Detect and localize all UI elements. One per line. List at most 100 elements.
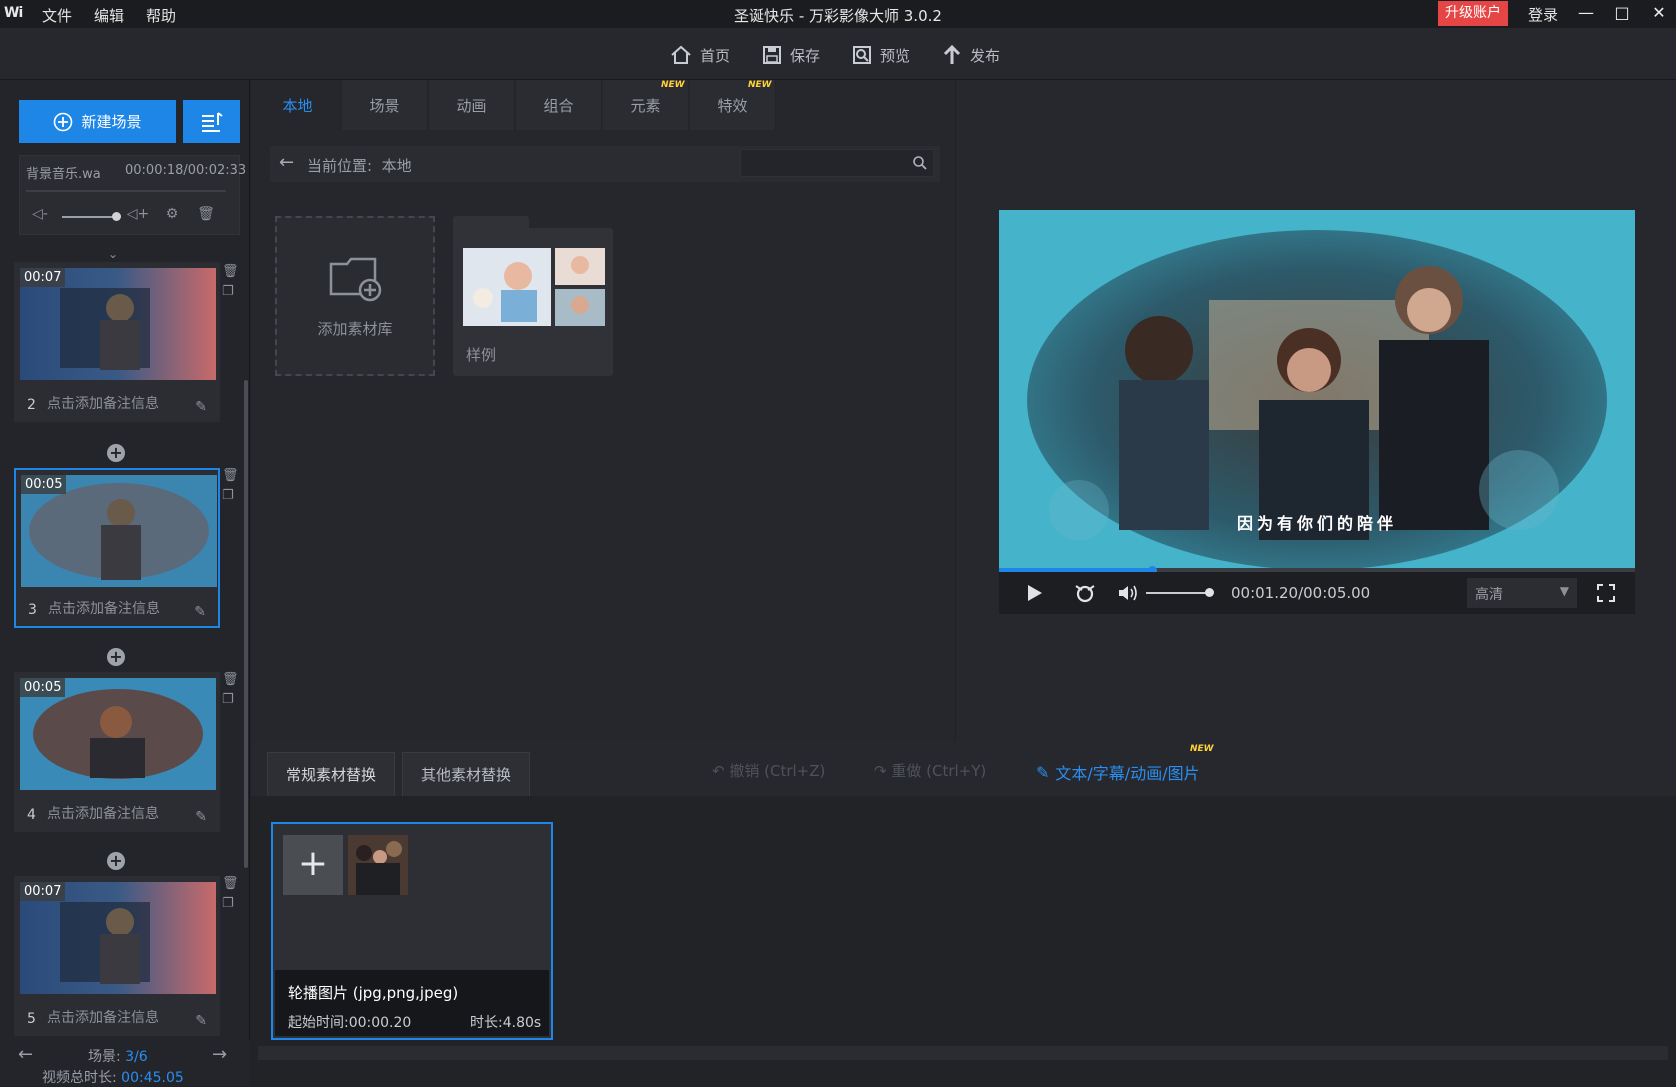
- scene-number: 2: [27, 397, 36, 413]
- scene-note[interactable]: 点击添加备注信息: [47, 803, 159, 823]
- scene-duration: 00:05: [21, 475, 67, 494]
- tab-animation[interactable]: 动画: [429, 80, 515, 130]
- add-library-button[interactable]: [275, 216, 435, 376]
- player-volume-slider[interactable]: [1146, 592, 1210, 594]
- scene-counter: 场景: 3/6: [88, 1046, 148, 1066]
- scene-counter-label: 场景:: [88, 1049, 121, 1065]
- main-toolbar: [0, 28, 1676, 80]
- chevron-down-icon[interactable]: ⌄: [108, 247, 118, 261]
- new-badge: NEW: [1190, 744, 1214, 754]
- play-icon[interactable]: [1026, 583, 1044, 603]
- tab-regular-replace[interactable]: 常规素材替换: [267, 752, 395, 796]
- trash-icon[interactable]: 🗑: [222, 264, 239, 279]
- fullscreen-icon[interactable]: [1596, 583, 1616, 603]
- edit-icon[interactable]: ✎: [195, 1013, 207, 1029]
- horizontal-scrollbar[interactable]: [258, 1046, 1668, 1060]
- gear-icon[interactable]: ⚙: [160, 206, 184, 228]
- music-name[interactable]: 背景音乐.wa: [26, 163, 101, 182]
- image-thumbnail[interactable]: [348, 835, 408, 895]
- tab-local[interactable]: 本地: [255, 80, 341, 130]
- trash-icon[interactable]: 🗑: [222, 468, 239, 483]
- home-button[interactable]: 首页: [670, 42, 730, 68]
- scene-card-2[interactable]: 00:07 2 点击添加备注信息 ✎: [14, 262, 220, 422]
- trash-icon[interactable]: 🗑: [222, 672, 239, 687]
- next-scene-icon[interactable]: →: [212, 1044, 227, 1065]
- insert-scene-icon[interactable]: +: [107, 852, 125, 870]
- music-progress[interactable]: [26, 190, 226, 192]
- edit-icon[interactable]: ✎: [194, 604, 206, 620]
- scene-note[interactable]: 点击添加备注信息: [48, 598, 160, 618]
- redo-button[interactable]: ↷ 重做 (Ctrl+Y): [874, 760, 986, 781]
- prev-scene-icon[interactable]: ←: [18, 1044, 33, 1065]
- new-scene-label: 新建场景: [81, 113, 142, 131]
- menu-help[interactable]: 帮助: [146, 5, 176, 26]
- tab-other-replace[interactable]: 其他素材替换: [402, 752, 530, 796]
- scene-note[interactable]: 点击添加备注信息: [47, 393, 159, 413]
- back-arrow-icon[interactable]: ←: [279, 152, 294, 173]
- insert-scene-icon[interactable]: +: [107, 444, 125, 462]
- add-image-button[interactable]: +: [283, 835, 343, 895]
- scene-card-3[interactable]: 00:05 3 点击添加备注信息 ✎: [14, 468, 220, 628]
- maximize-icon[interactable]: □: [1611, 3, 1633, 23]
- publish-label: 发布: [970, 46, 1001, 65]
- edit-icon[interactable]: ✎: [195, 399, 207, 415]
- path-value: 本地: [381, 157, 412, 175]
- edit-icon[interactable]: ✎: [195, 809, 207, 825]
- scene-list-scrollbar[interactable]: [244, 380, 248, 868]
- time-readout: 00:01.20/00:05.00: [1231, 584, 1371, 602]
- scene-card-5[interactable]: 00:07 5 点击添加备注信息 ✎: [14, 876, 220, 1036]
- pencil-icon: ✎: [1036, 762, 1050, 782]
- scene-number: 4: [27, 807, 36, 823]
- video-preview[interactable]: 因为有你们的陪伴: [999, 210, 1635, 572]
- insert-scene-icon[interactable]: +: [107, 648, 125, 666]
- quality-select[interactable]: 高清 ▼: [1467, 578, 1577, 608]
- scene-list-button[interactable]: [183, 100, 240, 143]
- home-label: 首页: [700, 46, 731, 65]
- undo-button[interactable]: ↶ 撤销 (Ctrl+Z): [712, 760, 825, 781]
- scene-number: 3: [28, 602, 37, 618]
- chevron-down-icon: ▼: [1559, 584, 1569, 598]
- scene-card-4[interactable]: 00:05 4 点击添加备注信息 ✎: [14, 672, 220, 832]
- new-scene-button[interactable]: 新建场景: [19, 100, 176, 143]
- scene-duration: 00:07: [20, 882, 66, 901]
- trash-icon[interactable]: 🗑: [194, 206, 218, 228]
- publish-button[interactable]: 发布: [942, 42, 1000, 68]
- app-logo: Wi: [4, 5, 23, 21]
- card-duration: 时长:4.80s: [470, 1015, 542, 1031]
- menu-file[interactable]: 文件: [42, 5, 72, 26]
- music-volume-handle[interactable]: [112, 212, 121, 221]
- music-volume-slider[interactable]: [62, 216, 117, 218]
- copy-icon[interactable]: ❐: [222, 692, 234, 707]
- close-icon[interactable]: ✕: [1648, 3, 1670, 23]
- save-button[interactable]: 保存: [762, 42, 820, 68]
- card-title: 轮播图片 (jpg,png,jpeg): [288, 984, 459, 1002]
- folder-add-icon: [329, 257, 382, 302]
- search-icon[interactable]: [912, 155, 928, 171]
- minimize-icon[interactable]: —: [1575, 3, 1597, 23]
- volume-icon[interactable]: [1117, 583, 1139, 603]
- video-caption: 因为有你们的陪伴: [1236, 514, 1397, 533]
- tab-scene[interactable]: 场景: [342, 80, 428, 130]
- volume-up-icon[interactable]: ◁+: [126, 206, 150, 228]
- search-input[interactable]: [740, 149, 934, 177]
- upgrade-account-button[interactable]: 升级账户: [1438, 1, 1508, 26]
- add-circle-icon: [54, 112, 73, 131]
- trash-icon[interactable]: 🗑: [222, 876, 239, 891]
- text-subtitle-edit-button[interactable]: ✎ 文本/字幕/动画/图片: [1036, 760, 1200, 784]
- copy-icon[interactable]: ❐: [222, 488, 234, 503]
- menu-edit[interactable]: 编辑: [94, 5, 124, 26]
- player-volume-handle[interactable]: [1205, 588, 1214, 597]
- preview-button[interactable]: 预览: [852, 42, 910, 68]
- copy-icon[interactable]: ❐: [222, 284, 234, 299]
- undo-label: 撤销 (Ctrl+Z): [729, 762, 826, 780]
- quality-value: 高清: [1475, 587, 1503, 603]
- copy-icon[interactable]: ❐: [222, 896, 234, 911]
- replay-icon[interactable]: [1074, 582, 1096, 604]
- tab-combo[interactable]: 组合: [516, 80, 602, 130]
- new-badge: NEW: [748, 80, 772, 90]
- preview-label: 预览: [880, 46, 911, 65]
- scene-note[interactable]: 点击添加备注信息: [47, 1007, 159, 1027]
- login-button[interactable]: 登录: [1528, 4, 1558, 25]
- volume-down-icon[interactable]: ◁-: [28, 206, 52, 228]
- new-badge: NEW: [661, 80, 685, 90]
